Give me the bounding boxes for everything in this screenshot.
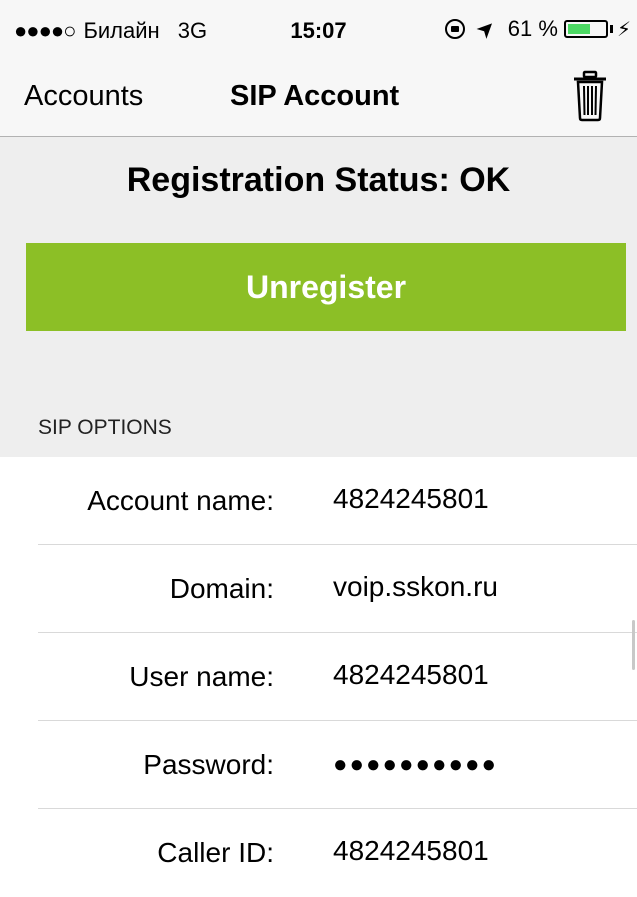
field-label: Account name:: [87, 485, 274, 516]
battery-icon: [563, 20, 608, 38]
field-label: User name:: [129, 661, 274, 692]
location-arrow-icon: ➤: [470, 13, 502, 45]
status-right: ➤ 61 % ⚡: [445, 13, 631, 45]
caller-id-field[interactable]: 4824245801: [333, 835, 489, 867]
page-title: SIP Account: [230, 80, 400, 112]
sip-options-header: SIP OPTIONS: [38, 416, 172, 439]
orientation-lock-icon: [445, 19, 466, 39]
trash-icon[interactable]: [572, 70, 608, 122]
navigation-bar: Accounts SIP Account: [0, 60, 637, 137]
registration-status: Registration Status: OK: [126, 161, 511, 199]
user-name-field[interactable]: 4824245801: [333, 659, 489, 691]
sip-options-list: Account name: 4824245801 Domain: voip.ss…: [0, 457, 637, 897]
unregister-button[interactable]: Unregister: [26, 243, 626, 331]
account-name-field[interactable]: 4824245801: [333, 483, 489, 515]
battery-tip: [609, 25, 613, 33]
field-label: Caller ID:: [157, 837, 274, 868]
back-button-accounts[interactable]: Accounts: [24, 80, 143, 113]
form-row-caller-id[interactable]: Caller ID: 4824245801: [0, 809, 637, 897]
form-row-domain[interactable]: Domain: voip.sskon.ru: [0, 545, 637, 633]
form-row-password[interactable]: Password: ●●●●●●●●●●: [0, 721, 637, 809]
password-field[interactable]: ●●●●●●●●●●: [333, 751, 498, 779]
registration-section: Registration Status: OK Unregister SIP O…: [0, 137, 637, 457]
charging-icon: ⚡: [616, 18, 631, 41]
battery-percent: 61 %: [507, 16, 558, 41]
scroll-indicator[interactable]: [632, 620, 635, 670]
field-label: Password:: [143, 749, 274, 780]
form-row-user-name[interactable]: User name: 4824245801: [0, 633, 637, 721]
field-label: Domain:: [169, 573, 274, 604]
status-bar: ●●●●○ Билайн 3G 15:07 ➤ 61 % ⚡: [0, 0, 637, 60]
form-row-account-name[interactable]: Account name: 4824245801: [0, 457, 637, 545]
domain-field[interactable]: voip.sskon.ru: [333, 571, 498, 603]
